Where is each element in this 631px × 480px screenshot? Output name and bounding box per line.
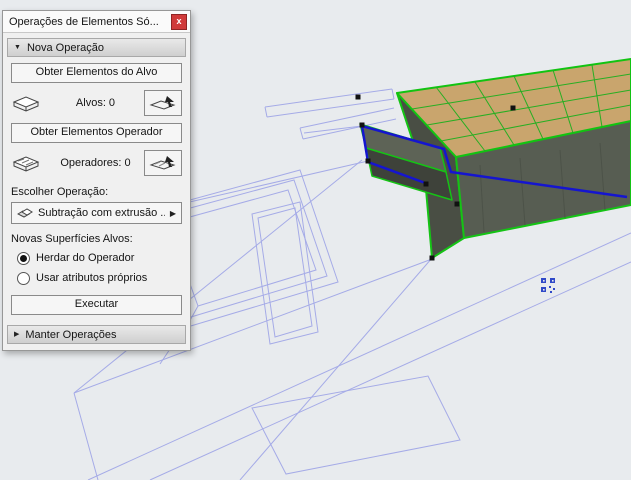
operators-count: Operadores: 0 [45, 157, 140, 169]
palette-title: Operações de Elementos Só... [9, 16, 159, 28]
operators-slab-icon [11, 153, 41, 173]
operators-row: Operadores: 0 [11, 149, 182, 177]
pick-operator-icon [149, 154, 177, 172]
app-window: Operações de Elementos Só... x ▼ Nova Op… [0, 0, 631, 480]
radio-row-usar[interactable]: Usar atributos próprios [17, 271, 176, 285]
section-nova-label: Nova Operação [27, 42, 104, 54]
element-tag-icon [541, 278, 555, 293]
section-nova-operacao[interactable]: ▼ Nova Operação [7, 38, 186, 57]
solid-operations-palette: Operações de Elementos Só... x ▼ Nova Op… [2, 10, 191, 351]
selected-slab-element[interactable] [360, 59, 631, 258]
section-manter-label: Manter Operações [25, 329, 116, 341]
pick-target-icon [149, 94, 177, 112]
operation-dropdown[interactable]: Subtração com extrusão ... ▶ [11, 202, 182, 224]
get-operators-button[interactable]: Obter Elementos Operador [11, 123, 182, 143]
collapse-triangle-icon: ▼ [14, 44, 21, 51]
section-manter-operacoes[interactable]: ▶ Manter Operações [7, 325, 186, 344]
subtract-operation-icon [17, 207, 33, 219]
operation-selected-value: Subtração com extrusão ... [38, 207, 165, 219]
close-button[interactable]: x [171, 14, 187, 30]
pick-targets-button[interactable] [144, 90, 182, 116]
targets-count: Alvos: 0 [45, 97, 140, 109]
targets-row: Alvos: 0 [11, 89, 182, 117]
radio-herdar-button[interactable] [17, 252, 30, 265]
new-surfaces-label: Novas Superfícies Alvos: [11, 233, 182, 245]
radio-herdar-label: Herdar do Operador [36, 252, 134, 264]
choose-operation-label: Escolher Operação: [11, 186, 182, 198]
pick-operators-button[interactable] [144, 150, 182, 176]
radio-usar-button[interactable] [17, 272, 30, 285]
radio-usar-label: Usar atributos próprios [36, 272, 147, 284]
execute-button[interactable]: Executar [11, 295, 182, 315]
targets-slab-icon [11, 93, 41, 113]
radio-row-herdar[interactable]: Herdar do Operador [17, 251, 176, 265]
flyout-arrow-icon: ▶ [170, 209, 176, 218]
expand-triangle-icon: ▶ [14, 331, 19, 338]
palette-title-bar[interactable]: Operações de Elementos Só... x [3, 11, 190, 33]
get-targets-button[interactable]: Obter Elementos do Alvo [11, 63, 182, 83]
